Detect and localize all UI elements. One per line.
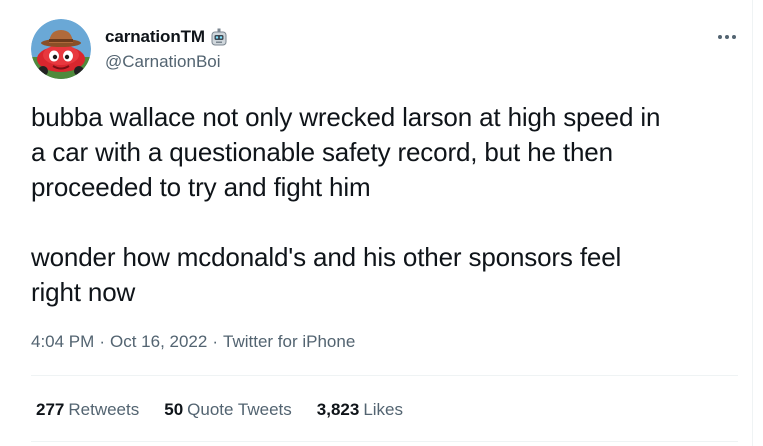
car-mascot-avatar-icon [31, 19, 91, 79]
retweets-stat[interactable]: 277 Retweets [36, 398, 139, 422]
engagement-stats: 277 Retweets 50 Quote Tweets 3,823 Likes [36, 398, 428, 422]
tweet-time[interactable]: 4:04 PM [31, 330, 94, 354]
tweet-text: bubba wallace not only wrecked larson at… [31, 102, 661, 307]
likes-label: Likes [363, 400, 403, 419]
tweet-card: carnationTM @CarnationBoi bubba wallace … [0, 0, 763, 446]
quote-tweets-stat[interactable]: 50 Quote Tweets [164, 398, 292, 422]
quote-tweets-count: 50 [164, 400, 184, 419]
robot-emoji-icon [209, 27, 229, 47]
card-border [752, 0, 753, 446]
divider [31, 375, 738, 376]
more-horizontal-icon[interactable] [714, 26, 740, 48]
meta-separator: · [212, 332, 218, 351]
display-name-row[interactable]: carnationTM [105, 25, 229, 49]
tweet-source[interactable]: Twitter for iPhone [223, 330, 355, 354]
display-name[interactable]: carnationTM [105, 25, 205, 49]
tweet-metadata: 4:04 PM · Oct 16, 2022 · Twitter for iPh… [31, 330, 355, 354]
likes-count: 3,823 [316, 400, 360, 419]
tweet-date[interactable]: Oct 16, 2022 [110, 330, 207, 354]
meta-separator: · [99, 332, 105, 351]
divider [31, 441, 738, 442]
avatar[interactable] [31, 19, 91, 79]
retweets-label: Retweets [68, 400, 140, 419]
likes-stat[interactable]: 3,823 Likes [317, 398, 403, 422]
retweets-count: 277 [36, 400, 65, 419]
quote-tweets-label: Quote Tweets [187, 400, 292, 419]
user-handle[interactable]: @CarnationBoi [105, 50, 221, 74]
